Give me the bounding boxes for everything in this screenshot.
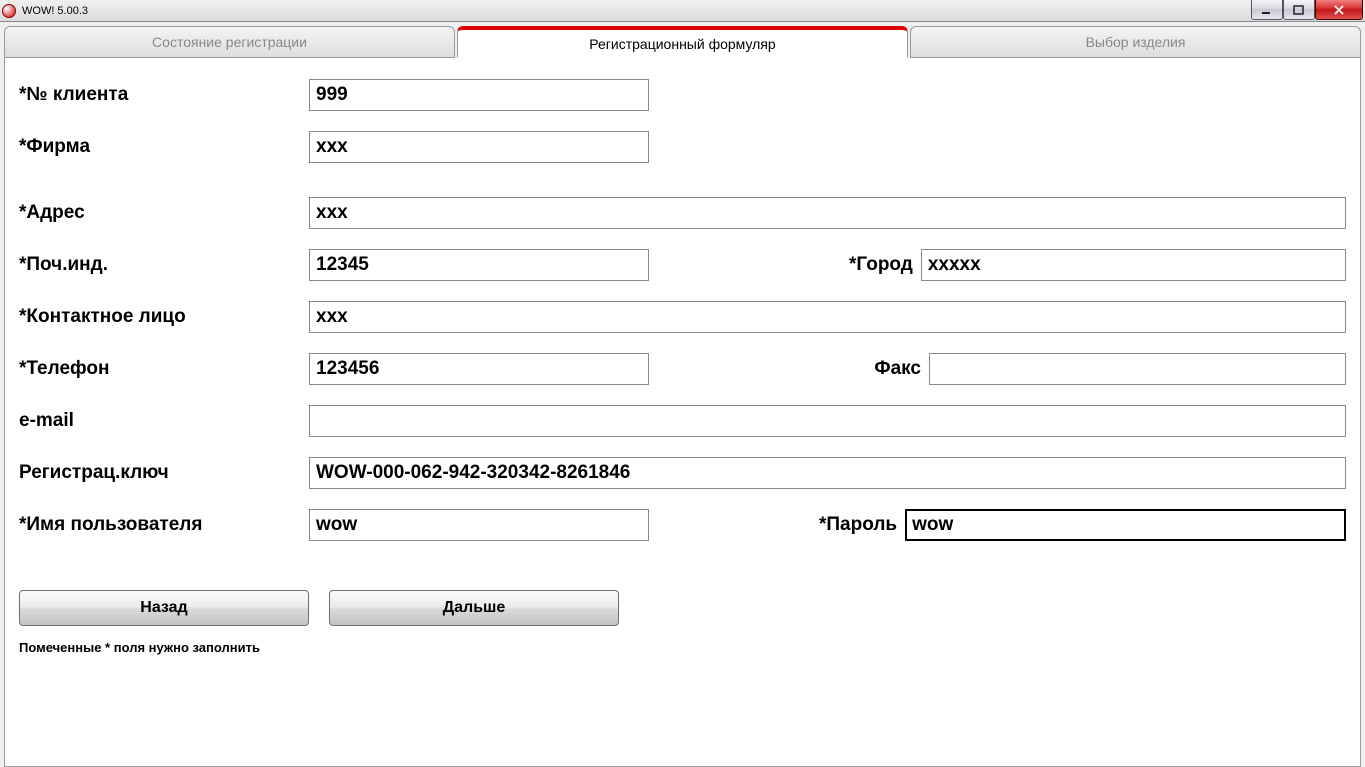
label-email: e-mail [19,410,309,432]
label-company: *Фирма [19,136,309,158]
app-icon [2,4,16,18]
label-username: *Имя пользователя [19,514,309,536]
input-city[interactable] [921,249,1346,281]
input-email[interactable] [309,405,1346,437]
label-contact: *Контактное лицо [19,306,309,328]
label-zip: *Поч.инд. [19,254,309,276]
back-button[interactable]: Назад [19,590,309,626]
label-client-no: *№ клиента [19,84,309,106]
label-regkey: Регистрац.ключ [19,462,309,484]
input-address[interactable] [309,197,1346,229]
input-regkey[interactable] [309,457,1346,489]
close-button[interactable] [1315,0,1363,20]
input-username[interactable] [309,509,649,541]
label-fax: Факс [849,358,929,380]
window-title: WOW! 5.00.3 [22,5,1251,17]
input-password[interactable] [905,509,1346,541]
label-address: *Адрес [19,202,309,224]
minimize-button[interactable] [1251,0,1283,20]
tab-registration-form[interactable]: Регистрационный формуляр [457,26,908,58]
input-fax[interactable] [929,353,1346,385]
input-client-no[interactable] [309,79,649,111]
form-panel: *№ клиента *Фирма *Адрес *Поч.инд. *Горо… [4,58,1361,767]
label-phone: *Телефон [19,358,309,380]
label-city: *Город [849,254,921,276]
tab-product-selection[interactable]: Выбор изделия [910,26,1361,58]
required-hint: Помеченные * поля нужно заполнить [19,640,1346,655]
label-password: *Пароль [819,514,905,536]
window-titlebar: WOW! 5.00.3 [0,0,1365,22]
tab-bar: Состояние регистрации Регистрационный фо… [4,26,1361,58]
next-button[interactable]: Дальше [329,590,619,626]
input-company[interactable] [309,131,649,163]
input-zip[interactable] [309,249,649,281]
input-contact[interactable] [309,301,1346,333]
tab-registration-status[interactable]: Состояние регистрации [4,26,455,58]
input-phone[interactable] [309,353,649,385]
maximize-button[interactable] [1283,0,1315,20]
app-body: Состояние регистрации Регистрационный фо… [0,22,1365,767]
